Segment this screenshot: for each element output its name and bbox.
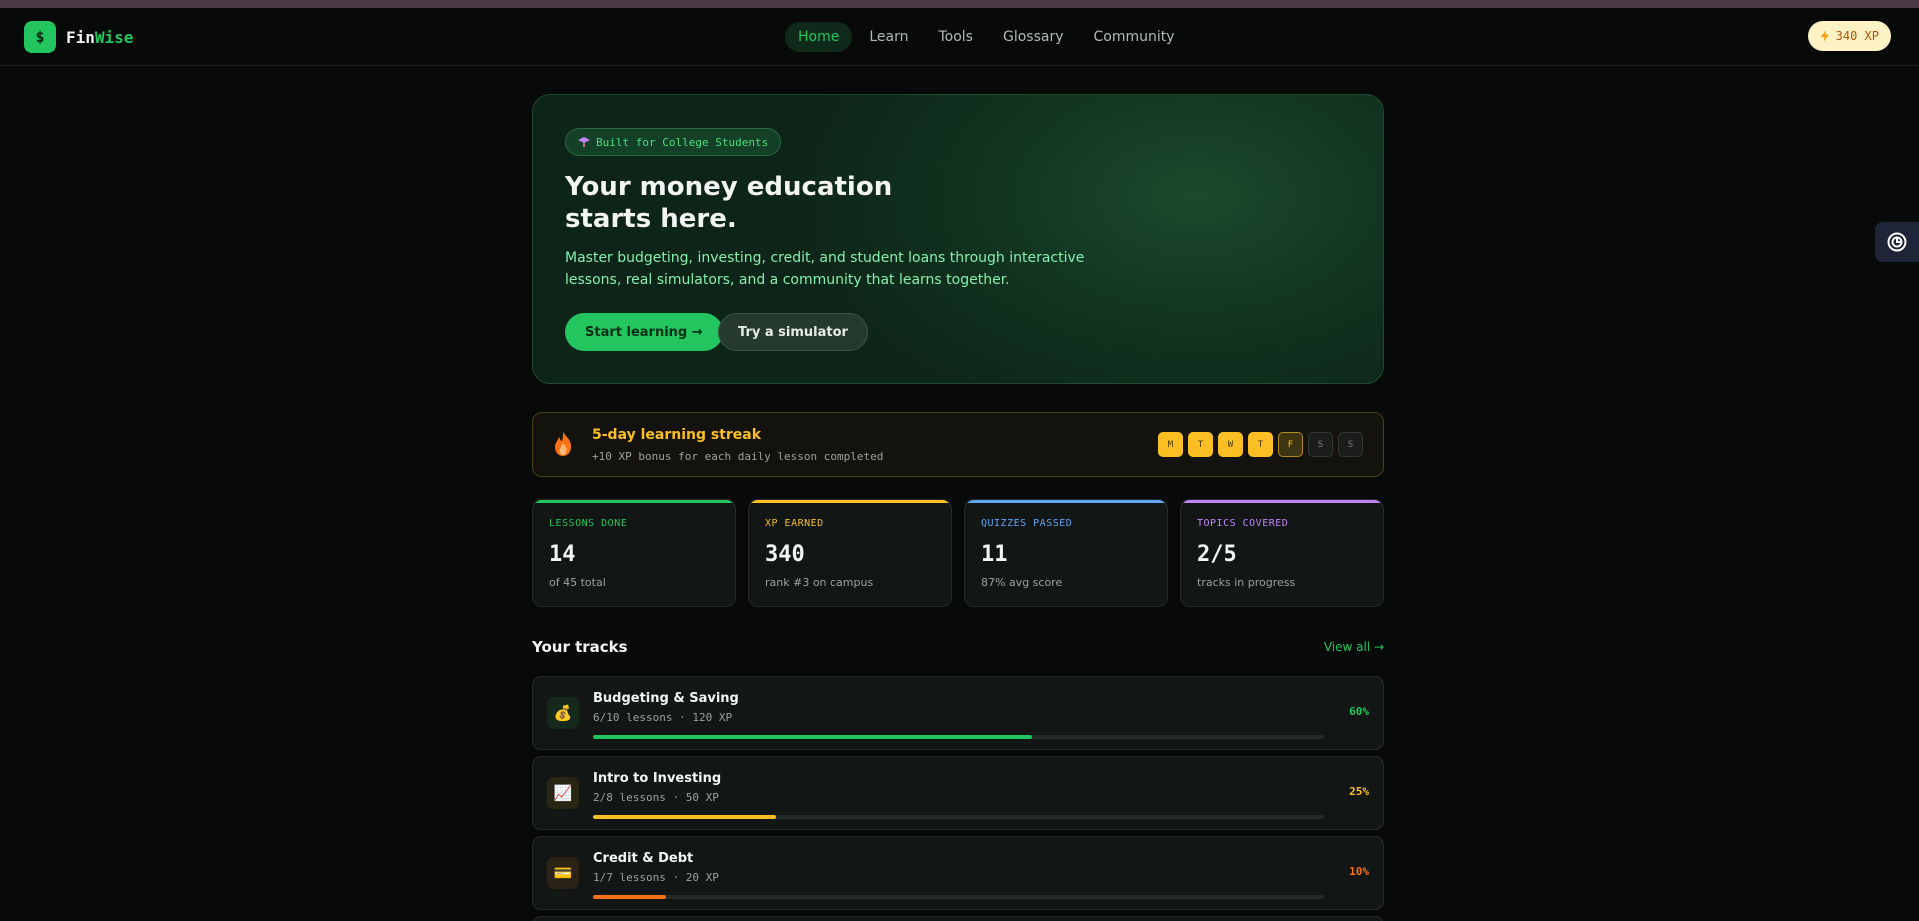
spiral-icon [1887,232,1907,252]
xp-badge[interactable]: 340 XP [1807,21,1891,51]
track-progress-bar [593,735,1324,739]
stat-label: QUIZZES PASSED [981,518,1073,529]
hero-title-line1: Your money education [565,172,893,202]
track-progress-bar [593,895,1324,899]
streak-days: M T W T F S S [1158,432,1363,457]
stat-accent-bar [965,500,1167,503]
streak-title: 5-day learning streak [592,427,762,443]
window-top-strip [0,0,1919,8]
nav-tools[interactable]: Tools [925,22,986,52]
day-saturday: S [1308,432,1333,457]
track-meta: 6/10 lessons · 120 XP [593,711,733,724]
track-intro-investing[interactable]: 📈 Intro to Investing 2/8 lessons · 50 XP… [532,756,1384,830]
track-progress-bar [593,815,1324,819]
credit-card-icon: 💳 [547,857,579,889]
stat-label: LESSONS DONE [549,518,628,529]
hero-subtitle: Master budgeting, investing, credit, and… [565,250,1085,288]
track-budgeting-saving[interactable]: 💰 Budgeting & Saving 6/10 lessons · 120 … [532,676,1384,750]
nav-home[interactable]: Home [785,22,853,52]
day-tuesday: T [1188,432,1213,457]
view-all-link[interactable]: View all → [1324,640,1384,654]
track-meta: 2/8 lessons · 50 XP [593,791,719,804]
stat-note: of 45 total [549,576,606,589]
assistant-widget[interactable] [1875,222,1919,262]
track-meta: 1/7 lessons · 20 XP [593,871,719,884]
stat-quizzes-passed: QUIZZES PASSED 11 87% avg score [964,499,1168,607]
tracks-heading: Your tracks [532,638,628,656]
day-friday: F [1278,432,1303,457]
nav-community[interactable]: Community [1081,22,1188,52]
brand-name-part2: Wise [94,27,134,47]
track-percent: 25% [1349,785,1369,798]
stat-xp-earned: XP EARNED 340 rank #3 on campus [748,499,952,607]
nav-learn[interactable]: Learn [856,22,921,52]
hero-card: Built for College Students Your money ed… [532,94,1384,384]
day-monday: M [1158,432,1183,457]
stat-note: 87% avg score [981,576,1063,589]
nav-glossary[interactable]: Glossary [990,22,1077,52]
streak-subtitle: +10 XP bonus for each daily lesson compl… [592,450,884,463]
stat-accent-bar [1181,500,1383,503]
top-nav: $ FinWise Home Learn Tools Glossary Comm… [0,8,1919,66]
logo[interactable]: $ FinWise [24,21,133,53]
graduation-cap-icon [578,137,590,147]
flame-icon [554,432,572,456]
track-percent: 10% [1349,865,1369,878]
start-learning-button[interactable]: Start learning → [565,313,723,351]
hero-badge: Built for College Students [565,128,782,156]
track-name: Budgeting & Saving [593,691,739,706]
money-bag-icon: 💰 [547,697,579,729]
stat-value: 2/5 [1197,542,1237,567]
streak-card: 5-day learning streak +10 XP bonus for e… [532,412,1384,477]
track-next-partial [532,916,1384,921]
nav-links: Home Learn Tools Glossary Community [785,22,1188,52]
lightning-icon [1820,30,1829,42]
stat-note: rank #3 on campus [765,576,874,589]
brand-name: FinWise [66,28,133,47]
track-name: Credit & Debt [593,851,694,866]
stat-accent-bar [749,500,951,503]
day-thursday: T [1248,432,1273,457]
track-credit-debt[interactable]: 💳 Credit & Debt 1/7 lessons · 20 XP 10% [532,836,1384,910]
dollar-icon: $ [24,21,56,53]
track-name: Intro to Investing [593,771,722,786]
track-percent: 60% [1349,705,1369,718]
chart-up-icon: 📈 [547,777,579,809]
stat-label: XP EARNED [765,518,824,529]
track-progress-fill [593,735,1032,739]
stat-value: 11 [981,542,1008,567]
stat-label: TOPICS COVERED [1197,518,1289,529]
stat-topics-covered: TOPICS COVERED 2/5 tracks in progress [1180,499,1384,607]
stat-lessons-done: LESSONS DONE 14 of 45 total [532,499,736,607]
stats-row: LESSONS DONE 14 of 45 total XP EARNED 34… [532,499,1384,607]
hero-badge-label: Built for College Students [596,135,769,149]
xp-badge-label: 340 XP [1835,29,1879,43]
track-progress-fill [593,815,776,819]
day-sunday: S [1338,432,1363,457]
track-progress-fill [593,895,667,899]
hero-title-line2: starts here. [565,204,737,234]
hero-title: Your money education starts here. [565,171,1005,235]
day-wednesday: W [1218,432,1243,457]
stat-note: tracks in progress [1197,576,1296,589]
stat-value: 340 [765,542,805,567]
stat-value: 14 [549,542,576,567]
stat-accent-bar [533,500,735,503]
try-simulator-button[interactable]: Try a simulator [718,313,868,351]
brand-name-part1: Fin [66,27,95,47]
